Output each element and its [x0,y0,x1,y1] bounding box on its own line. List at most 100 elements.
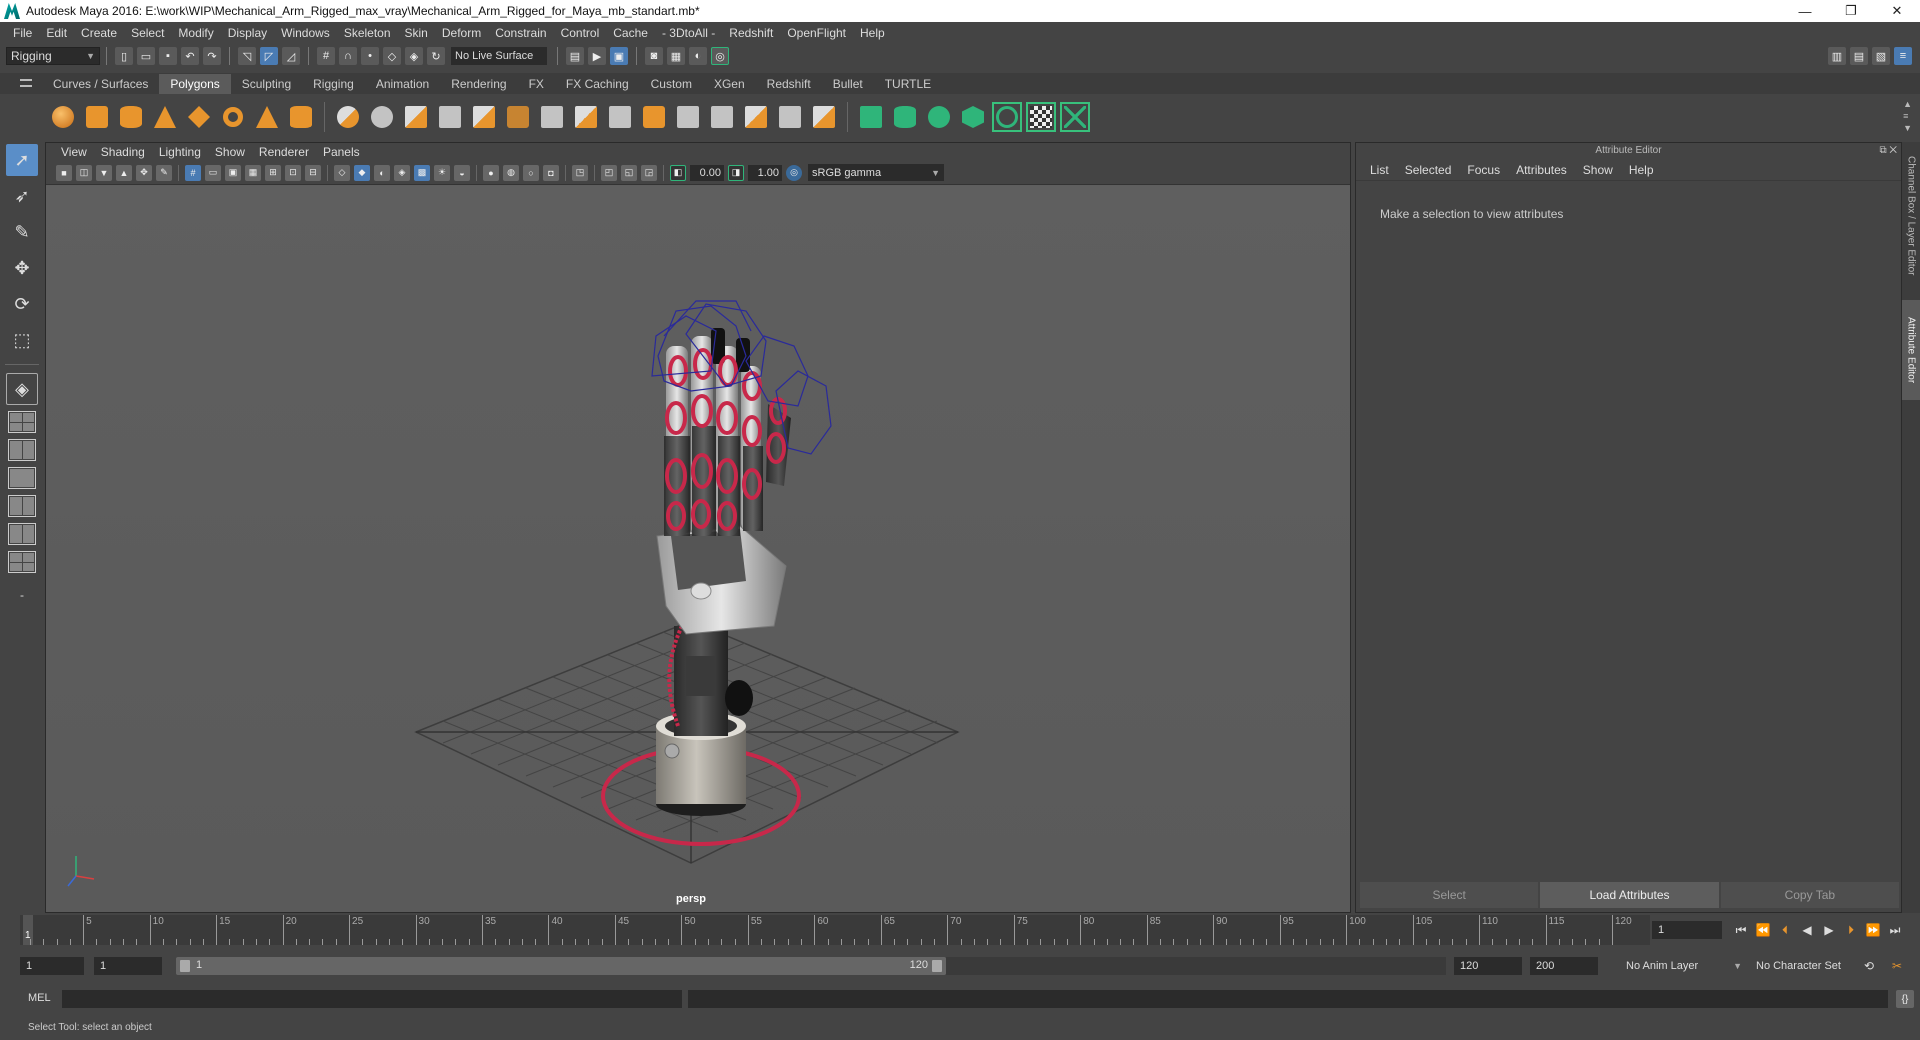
color-management-icon[interactable]: ◎ [786,164,802,181]
character-controls-icon[interactable]: ▤ [1850,47,1868,65]
menu-file[interactable]: File [6,22,39,44]
step-forward-frame-icon[interactable]: ⏩ [1864,921,1882,939]
start-time-field[interactable]: 1 [20,957,84,975]
uv-planar-icon[interactable] [856,102,886,132]
menu-select[interactable]: Select [124,22,171,44]
outliner-layout-icon[interactable] [8,523,36,545]
viewport-menu-show[interactable]: Show [208,145,252,159]
target-weld-icon[interactable] [775,102,805,132]
current-time-marker[interactable]: 1 [23,915,33,945]
tab-custom[interactable]: Custom [640,74,703,94]
append-polygon-icon[interactable] [605,102,635,132]
render-settings-icon[interactable]: ▦ [667,47,685,65]
auto-key-icon[interactable]: ⟲ [1860,957,1878,975]
graph-layout-icon[interactable] [8,495,36,517]
viewport-menu-panels[interactable]: Panels [316,145,367,159]
depth-of-field-icon[interactable]: ◘ [543,164,559,181]
render-view-icon[interactable]: ▶ [588,47,606,65]
tab-rendering[interactable]: Rendering [440,74,517,94]
viewport-menu-view[interactable]: View [54,145,94,159]
snap-grid-icon[interactable]: # [317,47,335,65]
menu-display[interactable]: Display [221,22,274,44]
field-chart-icon[interactable]: ⊞ [265,164,281,181]
default-material-icon[interactable]: ◐ [374,164,390,181]
grease-pencil-icon[interactable]: ✎ [156,164,172,181]
exposure-field[interactable]: 0.00 [690,164,724,181]
offset-edge-loop-icon[interactable] [707,102,737,132]
bevel-icon[interactable] [469,102,499,132]
snap-view-plane-icon[interactable]: ◇ [383,47,401,65]
uv-spherical-icon[interactable] [924,102,954,132]
save-scene-icon[interactable]: ▪ [159,47,177,65]
separate-icon[interactable] [367,102,397,132]
go-to-start-icon[interactable]: ⏮ [1732,921,1750,939]
tab-polygons[interactable]: Polygons [159,74,231,94]
go-to-end-icon[interactable]: ⏭ [1886,921,1904,939]
poly-plane-icon[interactable] [184,102,214,132]
grid-icon[interactable]: # [185,164,201,181]
open-scene-icon[interactable]: ▭ [137,47,155,65]
textured-icon[interactable]: ▩ [414,164,430,181]
select-button[interactable]: Select [1360,882,1539,908]
poly-sphere-icon[interactable] [48,102,78,132]
paint-select-tool-icon[interactable]: ✎ [6,216,38,248]
undo-icon[interactable]: ↶ [181,47,199,65]
step-back-key-icon[interactable]: ⏴ [1776,921,1794,939]
menu-openflight[interactable]: OpenFlight [780,22,853,44]
four-view-layout-icon[interactable] [8,411,36,433]
viewport-canvas[interactable] [46,186,1350,912]
wireframe-on-shaded-icon[interactable]: ◈ [394,164,410,181]
uv-unfold-icon[interactable] [992,102,1022,132]
menu-3dtoall[interactable]: - 3DtoAll - [655,22,722,44]
tab-fx-caching[interactable]: FX Caching [555,74,640,94]
insert-edge-loop-icon[interactable] [673,102,703,132]
xray-active-icon[interactable]: ◱ [621,164,637,181]
smooth-shade-icon[interactable]: ◆ [354,164,370,181]
more-layouts-icon[interactable]: - [6,579,38,611]
ipr-render-icon[interactable]: ◙ [645,47,663,65]
menu-control[interactable]: Control [554,22,607,44]
select-object-icon[interactable]: ◸ [260,47,278,65]
extrude-icon[interactable] [571,102,601,132]
tab-turtle[interactable]: TURTLE [874,74,942,94]
step-back-frame-icon[interactable]: ⏪ [1754,921,1772,939]
hypershade-layout-icon[interactable] [8,551,36,573]
redo-icon[interactable]: ↷ [203,47,221,65]
scale-tool-icon[interactable]: ⬚ [6,324,38,356]
chevron-down-icon[interactable]: ▼ [1903,122,1912,134]
menu-deform[interactable]: Deform [435,22,488,44]
command-input[interactable] [62,990,682,1008]
history-icon[interactable]: ↻ [427,47,445,65]
close-button[interactable]: ✕ [1874,0,1920,22]
menu-edit[interactable]: Edit [39,22,74,44]
move-tool-icon[interactable]: ✥ [6,252,38,284]
modeling-toolkit-icon[interactable]: ▥ [1828,47,1846,65]
tab-redshift[interactable]: Redshift [756,74,822,94]
isolate-select-icon[interactable]: ◳ [572,164,588,181]
gamma-field[interactable]: 1.00 [748,164,782,181]
poly-cube-icon[interactable] [82,102,112,132]
gate-mask-icon[interactable]: ▦ [245,164,261,181]
wireframe-icon[interactable]: ◇ [334,164,350,181]
tab-bullet[interactable]: Bullet [822,74,874,94]
screen-space-ao-icon[interactable]: ● [483,164,499,181]
menu-redshift[interactable]: Redshift [722,22,780,44]
poly-cylinder-icon[interactable] [116,102,146,132]
multi-cut-icon[interactable] [537,102,567,132]
play-backwards-icon[interactable]: ◀ [1798,921,1816,939]
safe-title-icon[interactable]: ⊟ [305,164,321,181]
menu-constrain[interactable]: Constrain [488,22,553,44]
rotate-tool-icon[interactable]: ⟳ [6,288,38,320]
uv-cut-sew-icon[interactable] [1060,102,1090,132]
play-forwards-icon[interactable]: ▶ [1820,921,1838,939]
shelf-menu-icon[interactable]: ≡ [1903,110,1912,122]
camera-attributes-icon[interactable]: ◫ [76,164,92,181]
time-slider[interactable]: 1 5 10 15 20 25 30 35 40 45 50 55 60 65 70 75 80 85 90 95 1… [20,915,1650,945]
snap-surface-icon[interactable]: ◈ [405,47,423,65]
poly-cone-icon[interactable] [150,102,180,132]
bridge-icon[interactable] [503,102,533,132]
exposure-icon[interactable]: ◧ [670,164,686,181]
step-forward-key-icon[interactable]: ⏵ [1842,921,1860,939]
new-scene-icon[interactable]: ▯ [115,47,133,65]
film-gate-icon[interactable]: ▭ [205,164,221,181]
